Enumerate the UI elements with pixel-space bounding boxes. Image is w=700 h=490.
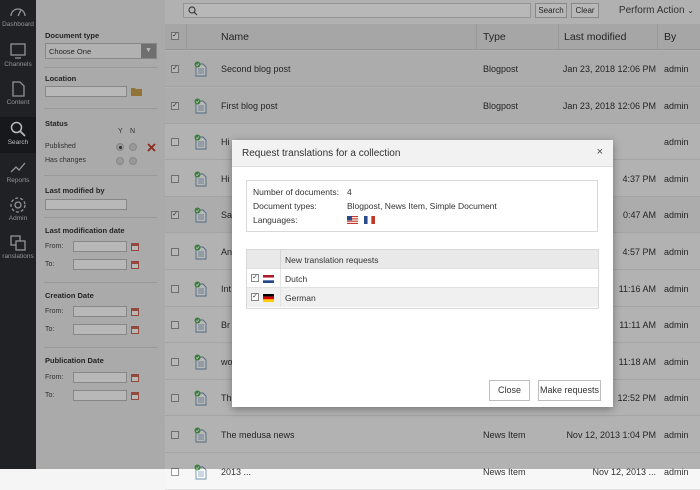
num-docs-label: Number of documents: — [253, 187, 339, 197]
close-button[interactable]: Close — [489, 380, 530, 401]
close-icon[interactable]: × — [597, 146, 603, 158]
nl-flag-icon — [263, 275, 274, 283]
column-divider — [280, 288, 281, 307]
translation-requests-table: New translation requests ✓ Dutch ✓ Germa… — [246, 249, 599, 309]
translation-requests-title: New translation requests — [285, 255, 379, 265]
doc-types-value: Blogpost, News Item, Simple Document — [347, 201, 497, 211]
request-language: German — [285, 293, 316, 303]
column-divider — [280, 250, 281, 269]
request-checkbox[interactable]: ✓ — [251, 274, 259, 282]
translation-request-row[interactable]: ✓ Dutch — [247, 269, 598, 288]
num-docs-value: 4 — [347, 187, 352, 197]
request-checkbox[interactable]: ✓ — [251, 293, 259, 301]
languages-label: Languages: — [253, 215, 298, 225]
fr-flag-icon — [364, 216, 375, 224]
translation-requests-header: New translation requests — [247, 250, 598, 269]
doc-types-label: Document types: — [253, 201, 317, 211]
make-requests-button[interactable]: Make requests — [538, 380, 601, 401]
dialog-title: Request translations for a collection — [242, 148, 401, 159]
de-flag-icon — [263, 294, 274, 302]
translation-request-row[interactable]: ✓ German — [247, 288, 598, 307]
request-translations-dialog: Request translations for a collection × … — [232, 140, 613, 407]
dialog-header: Request translations for a collection × — [232, 140, 613, 167]
request-language: Dutch — [285, 274, 308, 284]
column-divider — [280, 269, 281, 288]
collection-summary: Number of documents: 4 Document types: B… — [246, 180, 598, 232]
us-flag-icon — [347, 216, 358, 224]
